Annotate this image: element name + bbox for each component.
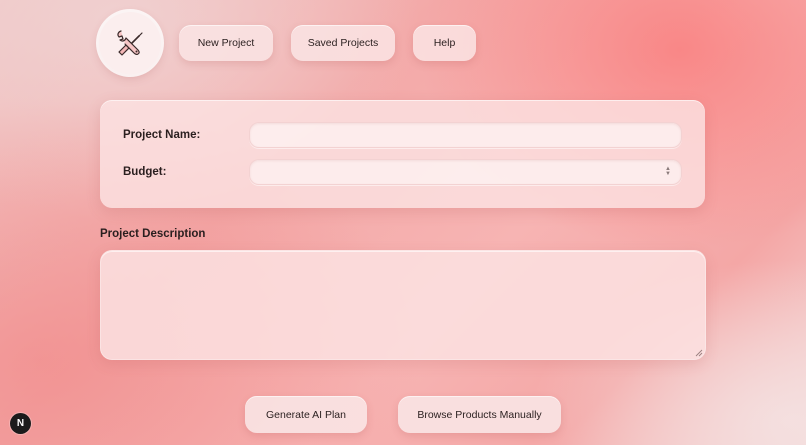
help-label: Help xyxy=(433,37,456,49)
saved-projects-button[interactable]: Saved Projects xyxy=(291,25,395,61)
tools-wrench-screwdriver-icon xyxy=(117,30,143,56)
generate-ai-plan-button[interactable]: Generate AI Plan xyxy=(245,396,367,433)
budget-input[interactable] xyxy=(249,159,682,185)
browse-products-label: Browse Products Manually xyxy=(417,408,542,421)
dev-tools-badge[interactable]: N xyxy=(10,413,31,434)
help-button[interactable]: Help xyxy=(413,25,476,61)
app-logo[interactable] xyxy=(99,12,161,74)
new-project-label: New Project xyxy=(197,37,255,49)
browse-products-button[interactable]: Browse Products Manually xyxy=(398,396,561,433)
project-name-label: Project Name: xyxy=(123,129,201,141)
project-name-input[interactable] xyxy=(249,122,682,148)
project-description-label: Project Description xyxy=(100,228,206,240)
budget-label: Budget: xyxy=(123,166,167,178)
generate-ai-plan-label: Generate AI Plan xyxy=(266,408,346,421)
saved-projects-label: Saved Projects xyxy=(307,37,379,49)
resize-grip-icon[interactable] xyxy=(695,349,703,357)
dev-tools-badge-letter: N xyxy=(16,418,25,429)
budget-stepper[interactable]: ▲ ▼ xyxy=(663,166,673,178)
stepper-down-icon[interactable]: ▼ xyxy=(665,171,671,177)
project-description-textarea[interactable] xyxy=(100,250,706,360)
new-project-button[interactable]: New Project xyxy=(179,25,273,61)
project-form-card: Project Name: Budget: ▲ ▼ xyxy=(100,100,705,208)
